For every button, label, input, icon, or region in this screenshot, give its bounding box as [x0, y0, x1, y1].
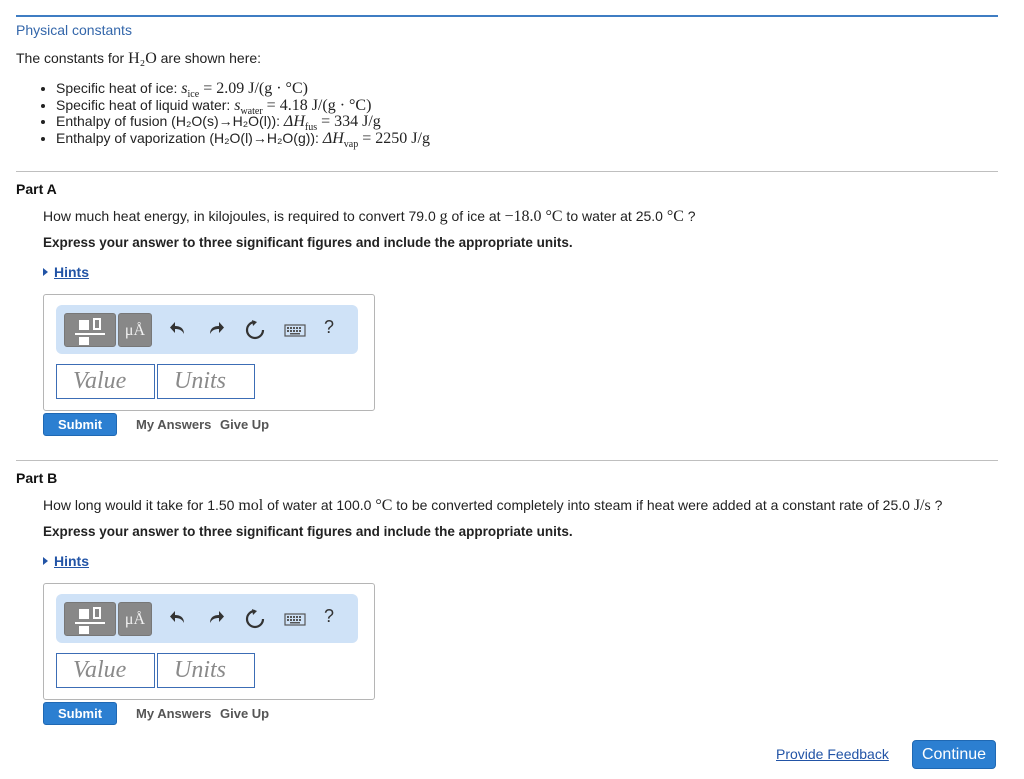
part-a-title: Part A	[16, 181, 57, 197]
part-b-submit-button[interactable]: Submit	[43, 702, 117, 725]
section-divider	[16, 460, 998, 461]
part-a-value-input[interactable]	[57, 365, 154, 398]
part-a-units-input[interactable]	[158, 365, 254, 398]
units-button[interactable]: μÅ	[118, 602, 152, 636]
part-b-value-field[interactable]	[56, 653, 155, 688]
part-a-submit-button[interactable]: Submit	[43, 413, 117, 436]
caret-right-icon	[43, 557, 48, 565]
part-a-my-answers-link[interactable]: My Answers	[136, 417, 211, 432]
top-divider	[16, 15, 998, 17]
caret-right-icon	[43, 268, 48, 276]
part-a-units-field[interactable]	[157, 364, 255, 399]
part-a-instruction: Express your answer to three significant…	[43, 235, 573, 250]
constant-item: Enthalpy of vaporization (H₂O(l)→H₂O(g))…	[56, 130, 430, 150]
part-a-give-up-link[interactable]: Give Up	[220, 417, 269, 432]
help-button[interactable]: ?	[324, 606, 334, 627]
section-divider	[16, 171, 998, 172]
templates-button[interactable]	[64, 313, 116, 347]
part-a-toolbar: μÅ ?	[56, 305, 358, 354]
provide-feedback-link[interactable]: Provide Feedback	[776, 746, 889, 762]
part-b-give-up-link[interactable]: Give Up	[220, 706, 269, 721]
keyboard-icon[interactable]	[284, 319, 306, 341]
continue-button[interactable]: Continue	[912, 740, 996, 769]
part-b-my-answers-link[interactable]: My Answers	[136, 706, 211, 721]
section-title: Physical constants	[16, 22, 132, 38]
reset-icon[interactable]	[244, 608, 266, 630]
templates-button[interactable]	[64, 602, 116, 636]
intro-text: The constants for H₂O are shown here:	[16, 50, 262, 67]
constant-item: Enthalpy of fusion (H₂O(s)→H₂O(l)): ΔHfu…	[56, 113, 430, 133]
constant-item: Specific heat of ice: sice = 2.09 J/(g ·…	[56, 80, 430, 100]
part-a-answer-box: μÅ ?	[43, 294, 375, 411]
part-b-units-field[interactable]	[157, 653, 255, 688]
part-a-question: How much heat energy, in kilojoules, is …	[43, 208, 696, 225]
undo-icon[interactable]	[168, 319, 190, 341]
part-b-answer-box: μÅ ?	[43, 583, 375, 700]
part-b-value-input[interactable]	[57, 654, 154, 687]
reset-icon[interactable]	[244, 319, 266, 341]
part-a-value-field[interactable]	[56, 364, 155, 399]
units-button[interactable]: μÅ	[118, 313, 152, 347]
part-b-instruction: Express your answer to three significant…	[43, 524, 573, 539]
part-b-units-input[interactable]	[158, 654, 254, 687]
part-b-hints-link[interactable]: Hints	[43, 553, 89, 569]
constants-list: Specific heat of ice: sice = 2.09 J/(g ·…	[38, 80, 430, 150]
part-a-hints-link[interactable]: Hints	[43, 264, 89, 280]
formula-h2o: H₂O	[128, 50, 157, 67]
keyboard-icon[interactable]	[284, 608, 306, 630]
part-b-question: How long would it take for 1.50 mol of w…	[43, 497, 943, 514]
redo-icon[interactable]	[204, 319, 226, 341]
undo-icon[interactable]	[168, 608, 190, 630]
part-b-toolbar: μÅ ?	[56, 594, 358, 643]
help-button[interactable]: ?	[324, 317, 334, 338]
redo-icon[interactable]	[204, 608, 226, 630]
constant-item: Specific heat of liquid water: swater = …	[56, 97, 430, 117]
part-b-title: Part B	[16, 470, 58, 486]
